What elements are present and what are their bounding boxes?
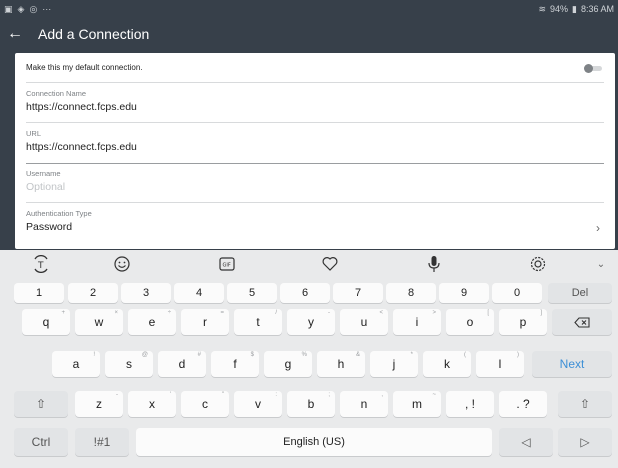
keyboard-toolbar: T GIF ⌄ (0, 250, 618, 278)
key-z[interactable]: z- (75, 391, 123, 417)
battery-icon: ▮ (572, 3, 577, 14)
status-bar: ▣ ◈ ◎ ··· ≋ 94% ▮ 8:36 AM (0, 0, 618, 18)
shift-left-button[interactable]: ⇧ (14, 391, 68, 417)
shift-icon: ⇧ (579, 397, 591, 411)
key-q[interactable]: q + (22, 309, 70, 335)
key-6[interactable]: 6 (280, 283, 330, 303)
svg-text:GIF: GIF (223, 263, 231, 269)
keyboard: T GIF ⌄ 1 2 3 4 5 6 7 8 9 0 Del q + w × e ÷… (0, 250, 618, 468)
microphone-icon[interactable] (423, 254, 445, 274)
cursor-left-button[interactable]: ◁ (499, 428, 553, 456)
battery-level: 94% (550, 4, 569, 14)
default-connection-label: Make this my default connection. (26, 63, 143, 72)
key-comma-exclaim[interactable]: , ! (446, 391, 494, 417)
key-j[interactable]: j * (370, 351, 418, 377)
shield-icon: ◈ (17, 3, 25, 14)
key-a[interactable]: a! (52, 351, 100, 377)
username-placeholder[interactable]: Optional (26, 181, 604, 193)
clock: 8:36 AM (580, 4, 614, 14)
key-k[interactable]: k( (423, 351, 471, 377)
key-o[interactable]: o[ (446, 309, 494, 335)
key-0[interactable]: 0 (492, 283, 542, 303)
connection-name-label: Connection Name (26, 89, 87, 98)
circle-icon: ◎ (29, 3, 38, 14)
key-l[interactable]: l) (476, 351, 524, 377)
key-f[interactable]: f $ (211, 351, 259, 377)
key-5[interactable]: 5 (227, 283, 277, 303)
url-value[interactable]: https://connect.fcps.edu (26, 141, 604, 153)
key-s[interactable]: s @ (105, 351, 153, 377)
key-h[interactable]: h & (317, 351, 365, 377)
shift-icon: ⇧ (35, 397, 47, 411)
triangle-left-icon: ◁ (521, 435, 531, 449)
shift-right-button[interactable]: ⇧ (558, 391, 612, 417)
key-8[interactable]: 8 (386, 283, 436, 303)
wifi-icon: ≋ (538, 3, 546, 14)
backspace-button[interactable] (552, 309, 612, 335)
username-field[interactable]: Username Optional (26, 169, 604, 203)
settings-icon[interactable] (527, 254, 549, 274)
connection-name-value[interactable]: https://connect.fcps.edu (26, 101, 604, 113)
collapse-icon[interactable]: ⌄ (590, 254, 612, 274)
key-p[interactable]: p] (499, 309, 547, 335)
key-b[interactable]: b; (287, 391, 335, 417)
key-2[interactable]: 2 (68, 283, 118, 303)
translate-icon[interactable]: T (30, 254, 52, 274)
auth-type-label: Authentication Type (26, 209, 92, 218)
key-4[interactable]: 4 (174, 283, 224, 303)
key-e[interactable]: e ÷ (128, 309, 176, 335)
key-c[interactable]: c " (181, 391, 229, 417)
key-n[interactable]: n, (340, 391, 388, 417)
next-button[interactable]: Next (532, 351, 612, 377)
default-connection-row[interactable]: Make this my default connection. (26, 53, 604, 83)
key-3[interactable]: 3 (121, 283, 171, 303)
image-icon: ▣ (4, 3, 13, 14)
dots-icon: ··· (42, 4, 52, 14)
space-bar[interactable]: English (US) (136, 428, 492, 456)
key-x[interactable]: x ' (128, 391, 176, 417)
sticker-icon[interactable] (319, 254, 341, 274)
gif-icon[interactable]: GIF (216, 254, 238, 274)
auth-type-value: Password (26, 221, 73, 233)
key-u[interactable]: u < (340, 309, 388, 335)
default-connection-toggle[interactable] (584, 64, 602, 73)
key-9[interactable]: 9 (439, 283, 489, 303)
key-d[interactable]: d # (158, 351, 206, 377)
auth-type-row[interactable]: Authentication Type Password › (26, 209, 604, 245)
key-t[interactable]: t / (234, 309, 282, 335)
key-i[interactable]: i > (393, 309, 441, 335)
url-field[interactable]: URL https://connect.fcps.edu (26, 129, 604, 164)
backspace-icon (574, 316, 590, 328)
key-g[interactable]: g% (264, 351, 312, 377)
chevron-right-icon: › (596, 221, 600, 235)
key-1[interactable]: 1 (14, 283, 64, 303)
page-title: Add a Connection (38, 26, 150, 42)
svg-text:T: T (37, 261, 44, 271)
key-7[interactable]: 7 (333, 283, 383, 303)
key-w[interactable]: w × (75, 309, 123, 335)
key-r[interactable]: r = (181, 309, 229, 335)
key-period-question[interactable]: . ? (499, 391, 547, 417)
cursor-right-button[interactable]: ▷ (558, 428, 612, 456)
key-y[interactable]: y- (287, 309, 335, 335)
app-bar: ← Add a Connection (0, 18, 618, 50)
symbols-button[interactable]: !#1 (75, 428, 129, 456)
url-label: URL (26, 129, 42, 138)
emoji-icon[interactable] (111, 254, 133, 274)
connection-form: Make this my default connection. Connect… (15, 53, 615, 249)
delete-button[interactable]: Del (548, 283, 612, 303)
connection-name-field[interactable]: Connection Name https://connect.fcps.edu (26, 89, 604, 123)
triangle-right-icon: ▷ (580, 435, 590, 449)
username-label: Username (26, 169, 61, 178)
key-v[interactable]: v: (234, 391, 282, 417)
key-m[interactable]: m ~ (393, 391, 441, 417)
ctrl-button[interactable]: Ctrl (14, 428, 68, 456)
back-arrow-icon[interactable]: ← (0, 25, 30, 43)
